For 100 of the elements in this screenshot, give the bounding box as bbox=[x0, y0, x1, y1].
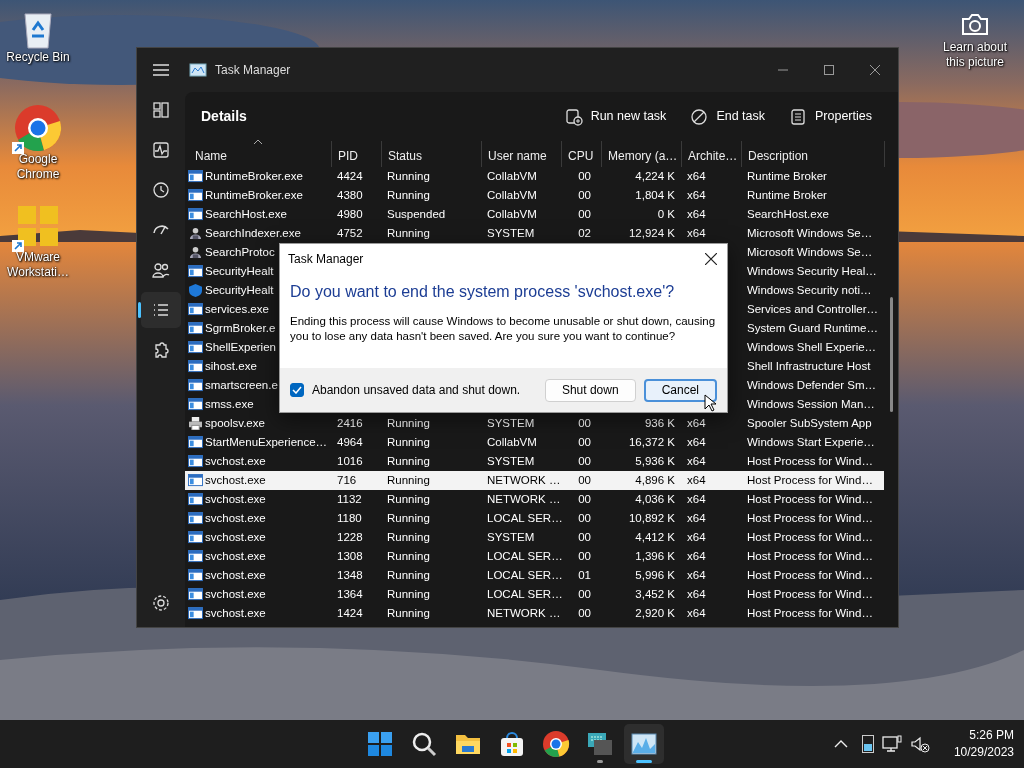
table-cell-text: 2416 bbox=[336, 416, 364, 431]
table-cell-text: 2,920 K bbox=[634, 606, 676, 621]
table-cell-text: 1424 bbox=[336, 606, 364, 621]
table-cell-text: 1180 bbox=[336, 511, 363, 526]
table-cell-text: svchost.exe bbox=[204, 587, 267, 602]
table-cell-text: sihost.exe bbox=[204, 359, 258, 374]
table-cell-text: svchost.exe bbox=[204, 530, 267, 545]
table-cell-text: SecurityHealt bbox=[204, 264, 275, 279]
table-cell-text: LOCAL SER… bbox=[486, 549, 561, 564]
dialog-message: Ending this process will cause Windows to become unusable or shut down, causing you to lose any data hasn't been saved. Are you sure you want to continue? bbox=[290, 314, 717, 344]
table-cell-text: Host Process for Wind… bbox=[746, 492, 874, 507]
table-cell-text: x64 bbox=[686, 492, 707, 507]
table-cell-text: Host Process for Wind… bbox=[746, 473, 874, 488]
table-cell-text: Windows Security noti… bbox=[746, 283, 873, 298]
table-cell-text: svchost.exe bbox=[204, 606, 267, 621]
table-cell-text: services.exe bbox=[204, 302, 270, 317]
page-title: Details bbox=[201, 107, 247, 126]
table-cell-text: Runtime Broker bbox=[746, 188, 828, 203]
table-cell-text: Host Process for Wind… bbox=[746, 511, 874, 526]
checkbox-label: Abandon unsaved data and shut down. bbox=[312, 382, 521, 399]
table-cell-text: Suspended bbox=[386, 207, 447, 222]
table-cell-text: 00 bbox=[577, 416, 592, 431]
table-cell-text: RuntimeBroker.exe bbox=[204, 169, 304, 184]
table-cell-text: Host Process for Wind… bbox=[746, 587, 874, 602]
table-cell-text: x64 bbox=[686, 169, 707, 184]
table-cell-text: Host Process for Wind… bbox=[746, 568, 874, 583]
table-cell-text: Running bbox=[386, 530, 431, 545]
table-cell-text: smss.exe bbox=[204, 397, 255, 412]
table-cell-text: Running bbox=[386, 226, 431, 241]
table-cell-text: 4,224 K bbox=[634, 169, 676, 184]
table-cell-text: LOCAL SER… bbox=[486, 587, 561, 602]
table-cell-text: SecurityHealt bbox=[204, 283, 275, 298]
table-cell-text: x64 bbox=[686, 606, 707, 621]
table-cell-text: svchost.exe bbox=[204, 473, 267, 488]
table-cell-text: 0 K bbox=[656, 207, 676, 222]
table-cell-text: Windows Defender Sm… bbox=[746, 378, 878, 393]
table-cell-text: 1308 bbox=[336, 549, 364, 564]
table-cell-text: 01 bbox=[577, 568, 592, 583]
table-cell-text: Runtime Broker bbox=[746, 169, 828, 184]
table-cell-text: 936 K bbox=[643, 416, 676, 431]
table-cell-text: x64 bbox=[686, 530, 707, 545]
table-cell-text: SearchProtoc bbox=[204, 245, 276, 260]
table-cell-text: x64 bbox=[686, 207, 707, 222]
table-cell-text: SearchHost.exe bbox=[204, 207, 288, 222]
table-cell-text: 1,396 K bbox=[634, 549, 676, 564]
table-cell-text: LOCAL SER… bbox=[486, 568, 561, 583]
table-cell-text: 00 bbox=[577, 606, 592, 621]
table-cell-text: 00 bbox=[577, 473, 592, 488]
table-cell-text: Running bbox=[386, 511, 431, 526]
table-cell-text: CollabVM bbox=[486, 169, 538, 184]
table-cell-text: Host Process for Wind… bbox=[746, 530, 874, 545]
table-cell-text: Microsoft Windows Se… bbox=[746, 226, 874, 241]
table-cell-text: x64 bbox=[686, 549, 707, 564]
table-cell-text: 12,924 K bbox=[627, 226, 676, 241]
table-cell-text: 5,936 K bbox=[634, 454, 676, 469]
table-cell-text: Windows Session Man… bbox=[746, 397, 876, 412]
table-cell-text: Running bbox=[386, 587, 431, 602]
table-cell-text: StartMenuExperience… bbox=[204, 435, 329, 450]
table-cell-text: SYSTEM bbox=[486, 454, 536, 469]
table-cell-text: 3,452 K bbox=[634, 587, 676, 602]
table-cell-text: NETWORK … bbox=[486, 606, 561, 621]
table-cell-text: Microsoft Windows Se… bbox=[746, 245, 874, 260]
table-cell-text: NETWORK … bbox=[486, 492, 561, 507]
table-cell-text: 1132 bbox=[336, 492, 363, 507]
table-cell-text: Running bbox=[386, 549, 431, 564]
table-cell-text: ShellExperien bbox=[204, 340, 277, 355]
table-cell-text: SgrmBroker.e bbox=[204, 321, 277, 336]
table-cell-text: 4424 bbox=[336, 169, 364, 184]
table-cell-text: 1364 bbox=[336, 587, 364, 602]
window-title: Task Manager bbox=[215, 62, 291, 79]
table-cell-text: x64 bbox=[686, 454, 707, 469]
table-cell-text: 00 bbox=[577, 454, 592, 469]
table-cell-text: Running bbox=[386, 188, 431, 203]
table-cell-text: SYSTEM bbox=[486, 416, 536, 431]
table-cell-text: Host Process for Wind… bbox=[746, 606, 874, 621]
table-cell-text: RuntimeBroker.exe bbox=[204, 188, 304, 203]
table-cell-text: 4752 bbox=[336, 226, 364, 241]
table-cell-text: 00 bbox=[577, 492, 592, 507]
table-cell-text: x64 bbox=[686, 568, 707, 583]
table-cell-text: Running bbox=[386, 454, 431, 469]
table-cell-text: Host Process for Wind… bbox=[746, 549, 874, 564]
table-cell-text: 4980 bbox=[336, 207, 364, 222]
dialog-heading: Do you want to end the system process 'svchost.exe'? bbox=[290, 282, 676, 302]
table-cell-text: Shell Infrastructure Host bbox=[746, 359, 872, 374]
table-cell-text: x64 bbox=[686, 188, 707, 203]
table-cell-text: 1348 bbox=[336, 568, 364, 583]
table-cell-text: CollabVM bbox=[486, 435, 538, 450]
table-cell-text: 00 bbox=[577, 435, 592, 450]
table-cell-text: Running bbox=[386, 473, 431, 488]
table-cell-text: 00 bbox=[577, 587, 592, 602]
table-cell-text: 4,412 K bbox=[634, 530, 676, 545]
table-cell-text: 716 bbox=[336, 473, 358, 488]
table-cell-text: x64 bbox=[686, 511, 707, 526]
table-cell-text: Running bbox=[386, 169, 431, 184]
table-cell-text: 00 bbox=[577, 188, 592, 203]
table-cell-text: Windows Shell Experie… bbox=[746, 340, 878, 355]
table-cell-text: SYSTEM bbox=[486, 530, 536, 545]
table-cell-text: 00 bbox=[577, 549, 592, 564]
table-cell-text: svchost.exe bbox=[204, 492, 267, 507]
table-cell-text: 1,804 K bbox=[634, 188, 676, 203]
